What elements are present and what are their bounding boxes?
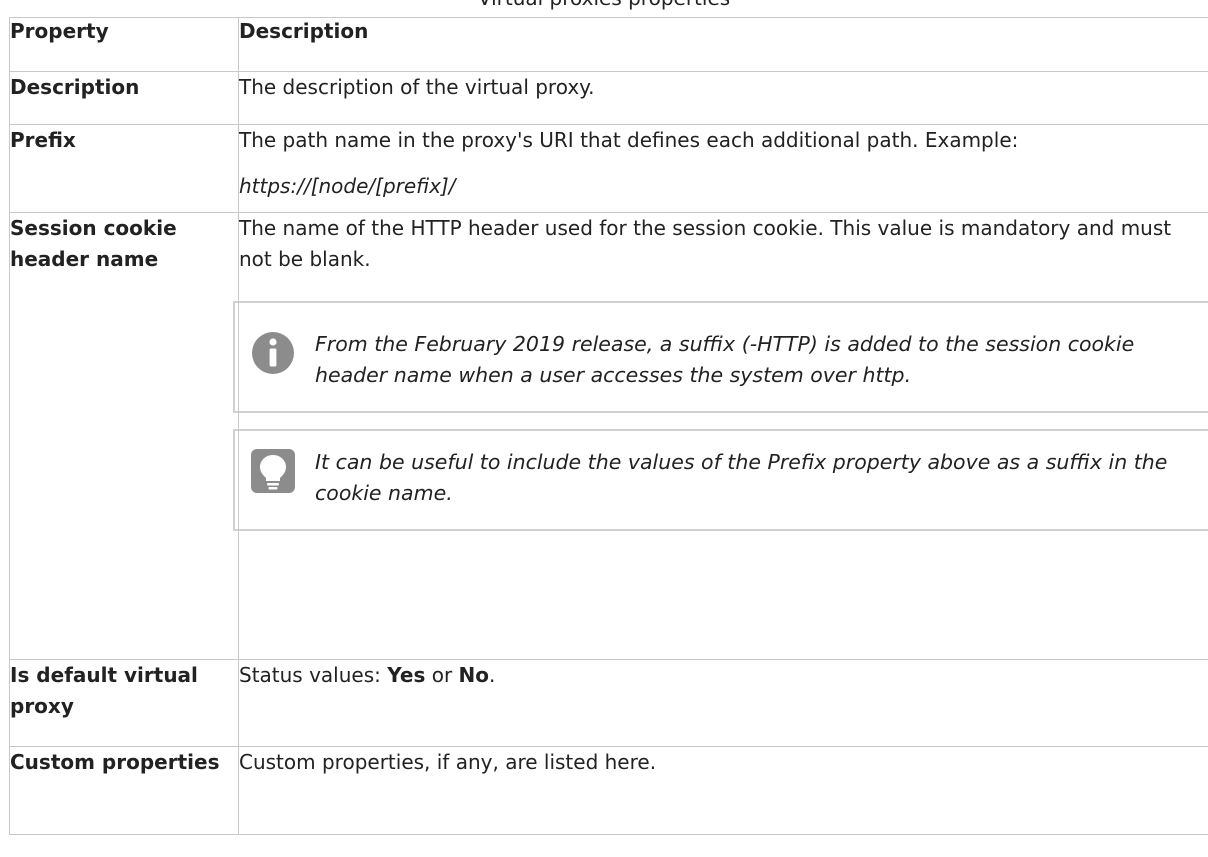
table-row: Session cookie header name The name of t…: [9, 212, 1208, 660]
status-no: No: [458, 663, 490, 687]
property-name: Is default virtual proxy: [9, 659, 239, 747]
property-description: Status values: Yes or No.: [238, 659, 1208, 747]
table-header-row: Property Description: [9, 17, 1208, 72]
info-icon: [251, 331, 295, 375]
property-description: The path name in the proxy's URI that de…: [238, 124, 1208, 213]
property-name: Description: [9, 71, 239, 125]
table-row: Is default virtual proxy Status values: …: [9, 659, 1208, 747]
table-row: Prefix The path name in the proxy's URI …: [9, 124, 1208, 213]
table-caption: Virtual proxies properties: [0, 0, 1208, 10]
description-text: The path name in the proxy's URI that de…: [239, 128, 1019, 152]
description-text: The description of the virtual proxy.: [239, 75, 595, 99]
description-text: Custom properties, if any, are listed he…: [239, 750, 657, 774]
property-description: Custom properties, if any, are listed he…: [238, 746, 1208, 835]
description-text: Status values: Yes or No.: [239, 660, 1208, 691]
note-text: From the February 2019 release, a suffix…: [315, 332, 1135, 387]
properties-table: Property Description Description The des…: [9, 17, 1208, 835]
column-header-property: Property: [9, 17, 239, 72]
status-or: or: [425, 663, 459, 687]
property-name: Prefix: [9, 124, 239, 213]
property-name: Session cookie header name: [9, 212, 239, 660]
table-row: Custom properties Custom properties, if …: [9, 746, 1208, 835]
property-description: The description of the virtual proxy.: [238, 71, 1208, 125]
lightbulb-icon: [251, 449, 295, 493]
status-label: Status values:: [239, 663, 388, 687]
tip-text: It can be useful to include the values o…: [315, 450, 1168, 505]
tip-box: It can be useful to include the values o…: [233, 429, 1208, 531]
property-name: Custom properties: [9, 746, 239, 835]
property-description: The name of the HTTP header used for the…: [233, 212, 1208, 660]
note-box: From the February 2019 release, a suffix…: [233, 301, 1208, 413]
status-yes: Yes: [387, 663, 426, 687]
column-header-description: Description: [238, 17, 1208, 72]
table-row: Description The description of the virtu…: [9, 71, 1208, 125]
description-text: The name of the HTTP header used for the…: [239, 216, 1172, 271]
status-period: .: [489, 663, 496, 687]
prefix-example: https://[node/[prefix]/: [239, 174, 456, 198]
